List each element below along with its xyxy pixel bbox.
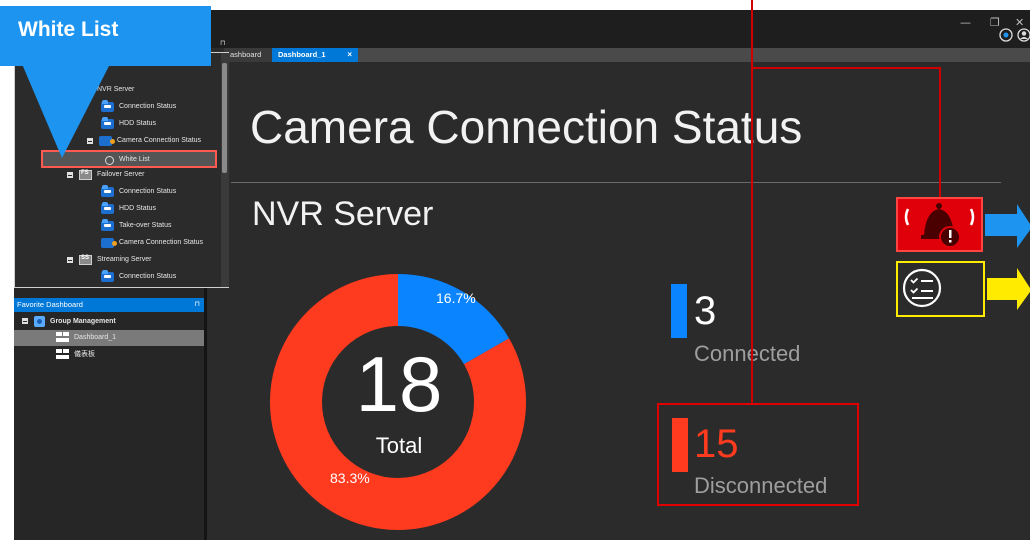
checklist-icon <box>902 268 942 308</box>
annotation-lines <box>751 0 1030 403</box>
alarm-button[interactable] <box>896 197 983 252</box>
checklist-button[interactable] <box>896 261 985 317</box>
alarm-bell-icon <box>904 203 975 248</box>
